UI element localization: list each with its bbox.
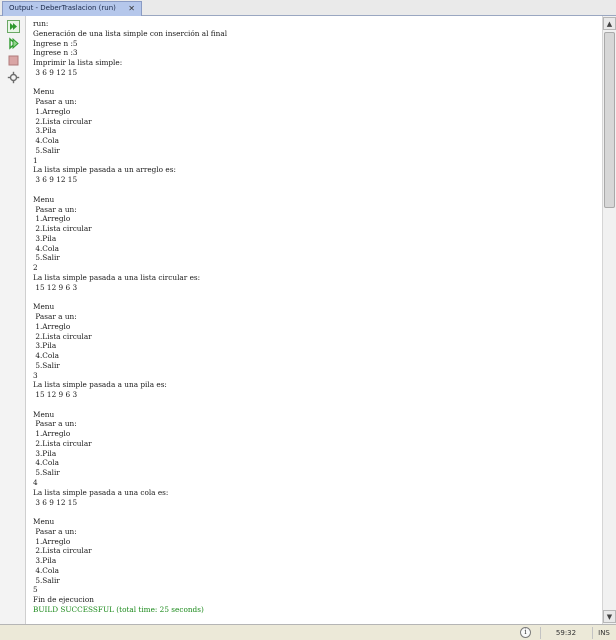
console-line: 4.Cola xyxy=(33,458,59,468)
console-line: 1.Arreglo xyxy=(33,321,71,331)
console-line: 3 6 9 12 15 xyxy=(33,67,78,77)
console-line: La lista simple pasada a una lista circu… xyxy=(33,272,201,282)
tab-bar: Output - DeberTraslacion (run) ✕ xyxy=(0,0,616,16)
console-line: 1.Arreglo xyxy=(33,106,71,116)
console-line: Pasar a un: xyxy=(33,204,77,214)
console-line: 4 xyxy=(33,477,38,487)
console-line: Menu xyxy=(33,194,55,204)
insert-mode: INS xyxy=(592,627,615,639)
info-icon[interactable]: i xyxy=(520,627,531,638)
output-toolbar xyxy=(0,16,26,624)
output-console[interactable]: run: Generación de una lista simple con i… xyxy=(27,16,602,624)
console-line: Menu xyxy=(33,409,55,419)
console-line: 2.Lista circular xyxy=(33,438,92,448)
tab-output[interactable]: Output - DeberTraslacion (run) ✕ xyxy=(2,1,142,16)
console-line: Fin de ejecucion xyxy=(33,595,94,605)
console-line: Pasar a un: xyxy=(33,526,77,536)
output-settings-button[interactable] xyxy=(6,70,20,84)
console-line: Pasar a un: xyxy=(33,419,77,429)
console-line: 3 xyxy=(33,370,38,380)
console-line: 3.Pila xyxy=(33,233,57,243)
console-line: Imprimir la lista simple: xyxy=(33,58,123,68)
console-line: BUILD SUCCESSFUL (total time: 25 seconds… xyxy=(33,604,204,614)
rerun-button[interactable] xyxy=(6,19,20,33)
console-line: La lista simple pasada a una cola es: xyxy=(33,487,169,497)
output-window: Output - DeberTraslacion (run) ✕ run: Ge… xyxy=(0,0,616,640)
console-line: 1.Arreglo xyxy=(33,214,71,224)
console-line: run: xyxy=(33,19,49,28)
console-line: 3.Pila xyxy=(33,448,57,458)
caret-position: 59:32 xyxy=(540,627,591,639)
console-line: 2.Lista circular xyxy=(33,116,92,126)
console-line: Menu xyxy=(33,87,55,97)
console-line: 5.Salir xyxy=(33,360,60,370)
stop-icon xyxy=(8,55,18,65)
console-line: 5.Salir xyxy=(33,145,60,155)
console-line: 5 xyxy=(33,585,38,595)
console-line: 3 6 9 12 15 xyxy=(33,175,78,185)
status-bar: i 59:32 INS xyxy=(0,624,616,640)
console-line: 2.Lista circular xyxy=(33,331,92,341)
scroll-thumb[interactable] xyxy=(604,32,615,208)
rerun-with-args-button[interactable] xyxy=(6,36,20,50)
console-text: run: Generación de una lista simple con i… xyxy=(27,16,602,615)
console-line: 4.Cola xyxy=(33,351,59,361)
console-line: 4.Cola xyxy=(33,243,59,253)
console-line: La lista simple pasada a una pila es: xyxy=(33,380,167,390)
console-line: 15 12 9 6 3 xyxy=(33,390,78,400)
console-line: 3.Pila xyxy=(33,556,57,566)
console-line: 2.Lista circular xyxy=(33,224,92,234)
close-icon[interactable]: ✕ xyxy=(128,2,135,15)
vertical-scrollbar[interactable]: ▲ ▼ xyxy=(602,16,616,624)
console-line: Pasar a un: xyxy=(33,97,77,107)
scroll-up-icon[interactable]: ▲ xyxy=(603,17,616,30)
console-line: 3.Pila xyxy=(33,341,57,351)
console-line: 1.Arreglo xyxy=(33,536,71,546)
console-line: Ingrese n :5 xyxy=(33,38,78,48)
rerun-with-args-icon xyxy=(8,36,19,50)
console-line: 5.Salir xyxy=(33,253,60,263)
console-line: 1.Arreglo xyxy=(33,429,71,439)
console-line: 3 6 9 12 15 xyxy=(33,497,78,507)
console-line: 15 12 9 6 3 xyxy=(33,282,78,292)
console-line: 2 xyxy=(33,263,38,273)
console-line: 2.Lista circular xyxy=(33,546,92,556)
console-line: 4.Cola xyxy=(33,136,59,146)
rerun-icon xyxy=(6,19,20,33)
tab-title: Output - DeberTraslacion (run) xyxy=(9,4,116,12)
console-line: La lista simple pasada a un arreglo es: xyxy=(33,165,176,175)
console-line: 3.Pila xyxy=(33,126,57,136)
console-line: Ingrese n :3 xyxy=(33,48,78,58)
console-line: Pasar a un: xyxy=(33,311,77,321)
scroll-down-icon[interactable]: ▼ xyxy=(603,610,616,623)
console-line: 4.Cola xyxy=(33,565,59,575)
console-line: Menu xyxy=(33,517,55,527)
console-line: Menu xyxy=(33,302,55,312)
console-line: Generación de una lista simple con inser… xyxy=(33,28,228,38)
stop-button[interactable] xyxy=(6,53,20,67)
console-line: 5.Salir xyxy=(33,468,60,478)
console-line: 1 xyxy=(33,155,38,165)
console-line: 5.Salir xyxy=(33,575,60,585)
settings-icon xyxy=(7,71,19,83)
